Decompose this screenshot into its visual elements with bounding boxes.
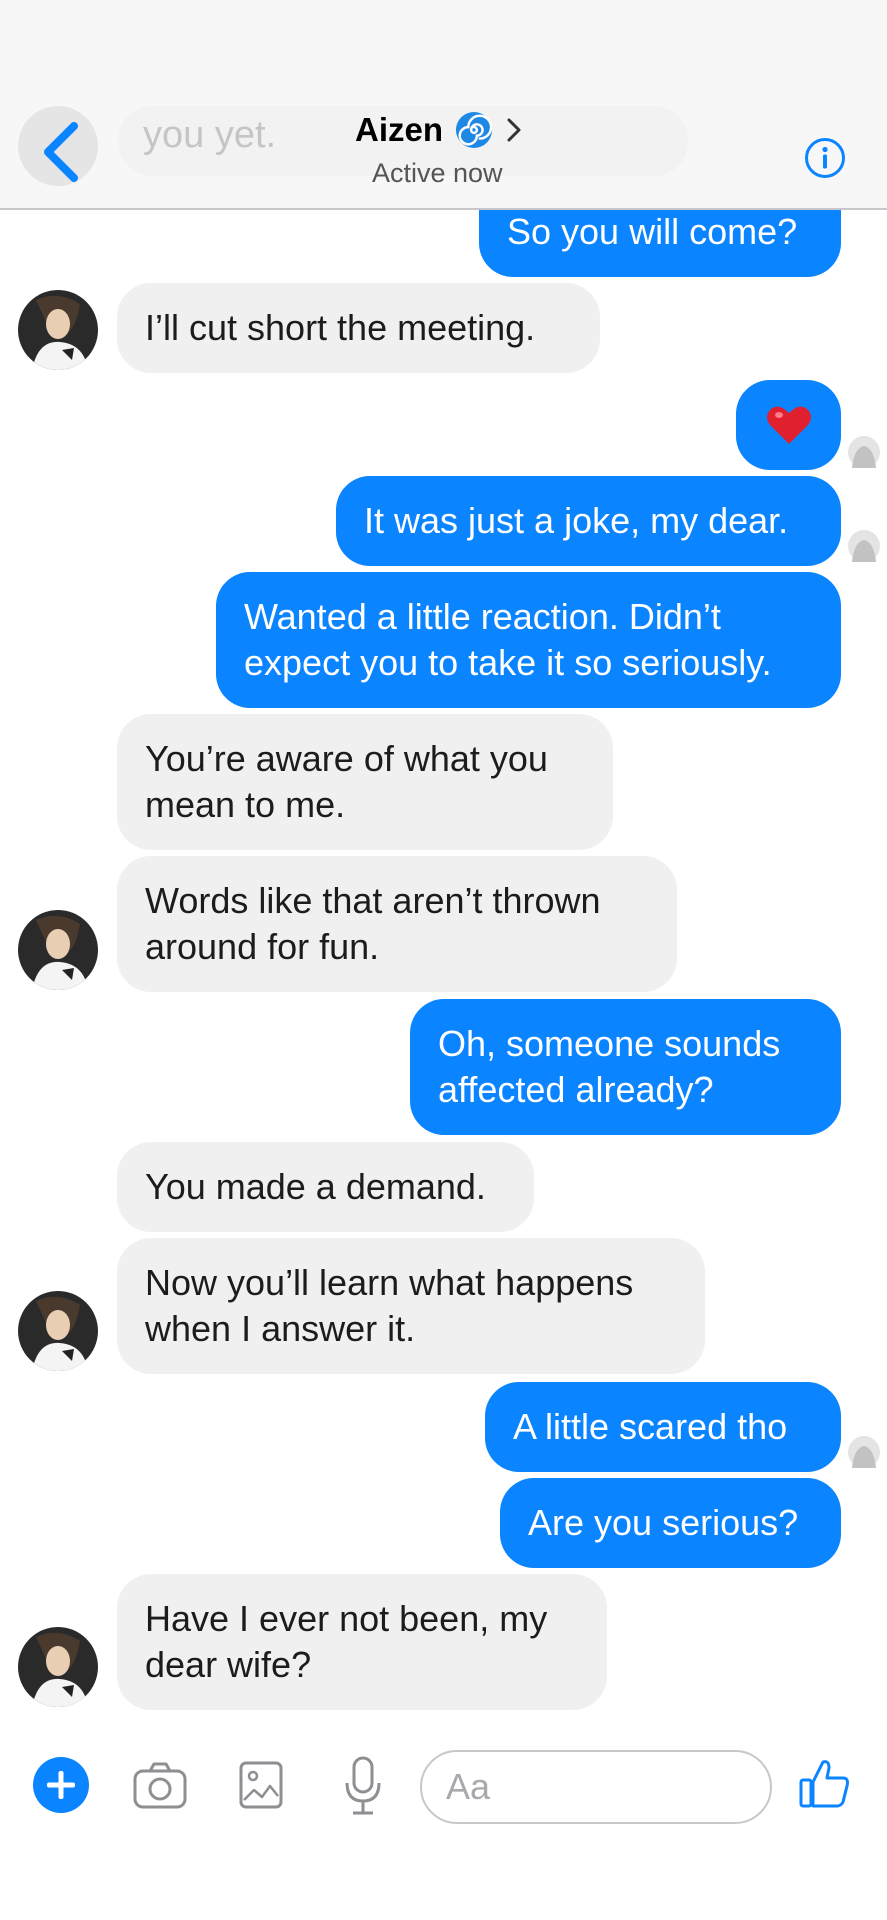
message-text: Are you serious? <box>528 1502 799 1543</box>
seen-avatar-icon <box>848 1436 880 1468</box>
contact-avatar[interactable] <box>18 910 98 990</box>
message-text: You’re aware of what you mean to me. <box>145 738 548 825</box>
message-bubble-incoming[interactable]: You’re aware of what you mean to me. <box>117 714 613 850</box>
contact-name: Aizen <box>355 111 444 148</box>
message-text: A little scared tho <box>513 1406 788 1447</box>
message-text: So you will come? <box>507 211 798 252</box>
message-bubble-incoming[interactable]: Have I ever not been, my dear wife? <box>117 1574 607 1710</box>
seen-avatar-icon <box>848 530 880 562</box>
message-input-placeholder: Aa <box>446 1766 491 1807</box>
message-text: I’ll cut short the meeting. <box>145 307 536 348</box>
microphone-icon[interactable] <box>343 1755 383 1817</box>
active-status: Active now <box>372 158 503 188</box>
contact-avatar[interactable] <box>18 1627 98 1707</box>
message-text: Words like that aren’t thrown around for… <box>145 880 601 967</box>
camera-icon[interactable] <box>132 1760 188 1810</box>
message-bubble-incoming[interactable]: I’ll cut short the meeting. <box>117 283 600 373</box>
contact-avatar[interactable] <box>18 290 98 370</box>
chat-header: you yet. Aizen Active now <box>0 0 887 210</box>
chevron-right-icon <box>507 118 521 142</box>
message-bubble-outgoing[interactable]: Wanted a little reaction. Didn’t expect … <box>216 572 841 708</box>
message-text: Now you’ll learn what happens when I ans… <box>145 1262 634 1349</box>
info-icon[interactable] <box>804 137 846 179</box>
seen-avatar-icon <box>848 436 880 468</box>
message-bubble-outgoing[interactable] <box>736 380 841 470</box>
message-text: Have I ever not been, my dear wife? <box>145 1598 548 1685</box>
message-text: Oh, someone sounds affected already? <box>438 1023 781 1110</box>
gallery-icon[interactable] <box>238 1760 284 1810</box>
message-text: You made a demand. <box>145 1166 486 1207</box>
plus-icon[interactable] <box>33 1757 89 1813</box>
message-text: Wanted a little reaction. Didn’t expect … <box>244 596 772 683</box>
message-bubble-incoming[interactable]: Words like that aren’t thrown around for… <box>117 856 677 992</box>
message-text: It was just a joke, my dear. <box>364 500 789 541</box>
red-heart-icon <box>766 406 811 444</box>
message-bubble-outgoing[interactable]: A little scared tho <box>485 1382 841 1472</box>
message-bubble-outgoing[interactable]: It was just a joke, my dear. <box>336 476 841 566</box>
message-bubble-incoming[interactable]: Now you’ll learn what happens when I ans… <box>117 1238 705 1374</box>
message-bubble-outgoing[interactable]: Oh, someone sounds affected already? <box>410 999 841 1135</box>
back-arrow-icon[interactable] <box>38 120 88 184</box>
contact-title[interactable]: Aizen <box>355 104 523 156</box>
contact-avatar[interactable] <box>18 1291 98 1371</box>
message-bubble-incoming[interactable]: You made a demand. <box>117 1142 534 1232</box>
message-bubble-outgoing[interactable]: Are you serious? <box>500 1478 841 1568</box>
spiral-emoji-icon <box>455 111 493 149</box>
thumbs-up-icon[interactable] <box>797 1756 851 1810</box>
ghost-message-text: you yet. <box>143 114 277 156</box>
